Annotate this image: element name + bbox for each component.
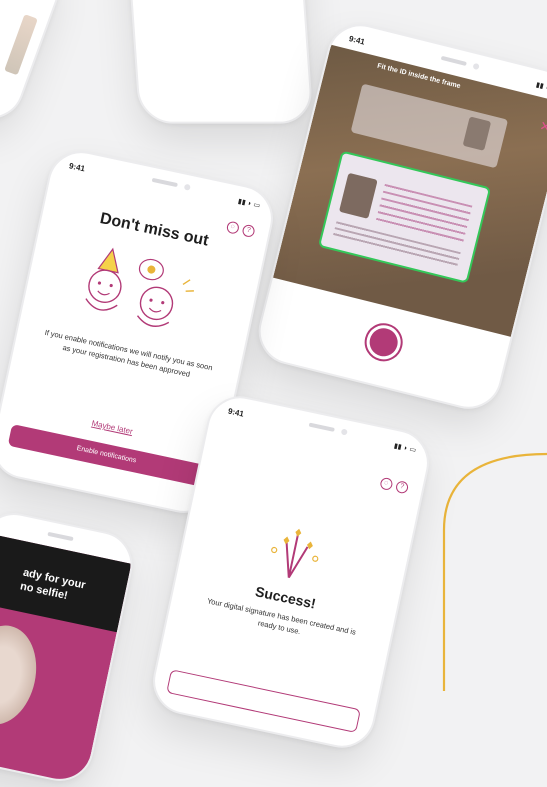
id-photo-top	[462, 116, 492, 151]
status-time: 9:41	[68, 161, 86, 174]
selfie-face-oval	[0, 618, 46, 732]
status-time: 9:41	[348, 34, 366, 47]
selfie-panel: ady for your no selfie!	[0, 532, 132, 787]
status-icons: ▮▮ ◗ ▭	[393, 442, 417, 455]
phone-top-center-fragment	[120, 0, 314, 124]
help-icon[interactable]: ?	[394, 480, 410, 495]
phone-top-left-fragment	[0, 0, 71, 129]
front-camera	[472, 62, 480, 70]
chat-icon[interactable]: ◌	[378, 476, 394, 491]
front-camera	[340, 428, 348, 436]
phone-selfie-fragment: ady for your no selfie!	[0, 506, 139, 787]
gold-arc-decoration	[442, 452, 547, 691]
seals-illustration	[85, 247, 194, 327]
id-photo	[338, 172, 378, 219]
camera-viewfinder: Fit the ID inside the frame ✕	[273, 44, 547, 337]
speaker-grille	[47, 531, 74, 542]
map-thumbnail	[4, 14, 38, 76]
speaker-grille	[308, 422, 335, 432]
front-camera	[183, 183, 191, 191]
speaker-grille	[440, 55, 467, 66]
id-card-top	[350, 83, 509, 169]
selfie-header: ady for your no selfie!	[0, 532, 132, 633]
close-icon[interactable]: ✕	[538, 118, 547, 136]
status-time: 9:41	[227, 406, 245, 419]
shutter-button[interactable]	[360, 319, 407, 366]
success-button-outline[interactable]	[166, 669, 361, 734]
instruction-text: Fit the ID inside the frame	[376, 62, 462, 91]
id-frame	[317, 150, 492, 284]
help-icon[interactable]: ?	[241, 223, 256, 239]
status-icons: ▮▮ ◗ ▭	[237, 198, 261, 210]
fireworks-icon	[271, 528, 319, 579]
selfie-title: ady for your no selfie!	[19, 566, 87, 603]
speaker-grille	[151, 177, 178, 188]
enable-notifications-button[interactable]: Enable notifications	[7, 424, 205, 487]
chat-icon[interactable]: ◌	[225, 220, 240, 235]
status-icons: ▮▮ ◗ ▭	[535, 81, 547, 94]
